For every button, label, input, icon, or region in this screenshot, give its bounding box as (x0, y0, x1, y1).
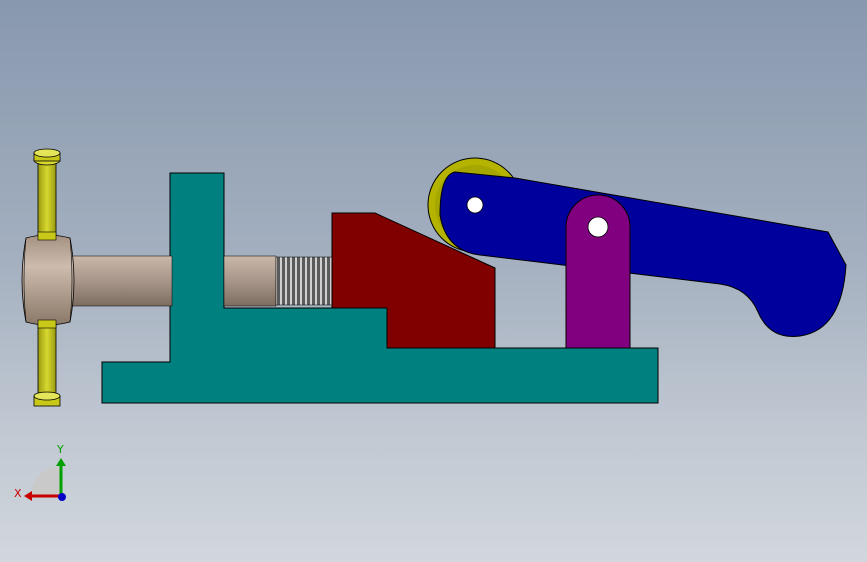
screw-hub[interactable] (21, 231, 75, 329)
screw-shaft-inner[interactable] (223, 255, 277, 307)
model-scene[interactable] (0, 0, 867, 562)
lever-arm[interactable] (439, 171, 847, 337)
screw-thread[interactable] (275, 256, 333, 306)
coordinate-triad-icon: Y X (14, 443, 66, 501)
lever-pivot-hole (466, 196, 484, 214)
support-pivot-hole (587, 216, 609, 238)
graphics-viewport[interactable]: Y X (0, 0, 867, 562)
screw-shaft[interactable] (71, 255, 173, 307)
axis-y-label: Y (56, 443, 64, 456)
axis-x-label: X (14, 487, 22, 500)
triad-plane (31, 466, 61, 496)
